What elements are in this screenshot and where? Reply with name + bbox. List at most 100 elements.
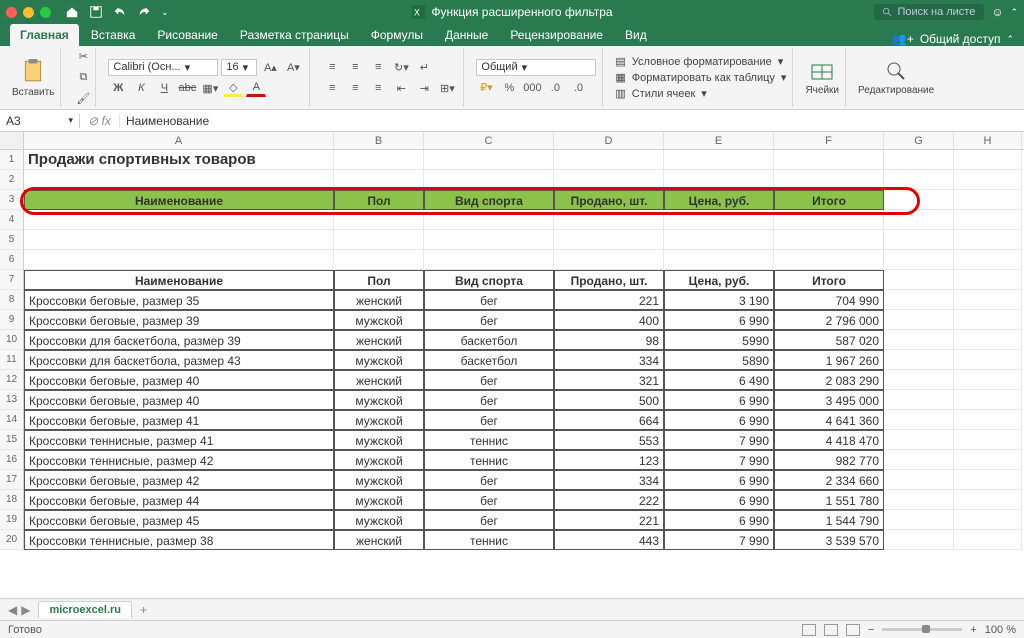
cell[interactable] [884,310,954,330]
cond-format-button[interactable]: ▤Условное форматирование ▾ [615,55,786,68]
tab-formulas[interactable]: Формулы [361,24,433,46]
font-size-select[interactable]: 16▾ [221,59,257,76]
cell[interactable]: 221 [554,510,664,530]
cell[interactable] [424,150,554,170]
cell[interactable] [954,230,1022,250]
cell[interactable]: баскетбол [424,350,554,370]
orientation-icon[interactable]: ↻▾ [391,58,411,76]
cell[interactable]: мужской [334,310,424,330]
cell[interactable] [954,490,1022,510]
cell[interactable]: Итого [774,270,884,290]
cell[interactable] [664,250,774,270]
row-header[interactable]: 18 [0,490,24,510]
cell[interactable]: Вид спорта [424,270,554,290]
cell[interactable]: Наименование [24,190,334,210]
col-H[interactable]: H [954,132,1022,149]
cell[interactable] [884,390,954,410]
undo-icon[interactable] [113,5,127,19]
cell[interactable]: женский [334,370,424,390]
cell[interactable]: Кроссовки беговые, размер 40 [24,390,334,410]
cell[interactable] [424,210,554,230]
cell[interactable] [954,390,1022,410]
cell[interactable]: 704 990 [774,290,884,310]
cell[interactable] [884,150,954,170]
cell[interactable]: Наименование [24,270,334,290]
bold-button[interactable]: Ж [108,79,128,97]
row-header[interactable]: 20 [0,530,24,550]
tab-review[interactable]: Рецензирование [500,24,613,46]
copy-icon[interactable]: ⧉ [73,69,93,87]
redo-icon[interactable] [137,5,151,19]
align-top-icon[interactable]: ≡ [322,58,342,76]
currency-icon[interactable]: ₽▾ [476,79,496,97]
fill-color-icon[interactable]: ◇ [223,79,243,97]
cell[interactable]: 7 990 [664,450,774,470]
cell[interactable] [954,210,1022,230]
cell[interactable] [554,150,664,170]
cell[interactable]: Кроссовки беговые, размер 41 [24,410,334,430]
cell[interactable] [774,150,884,170]
cell[interactable] [884,490,954,510]
cell[interactable]: мужской [334,450,424,470]
cell[interactable]: женский [334,530,424,550]
cell[interactable] [954,250,1022,270]
cell[interactable]: женский [334,290,424,310]
save-icon[interactable] [89,5,103,19]
cell[interactable]: 6 990 [664,510,774,530]
cell[interactable]: 982 770 [774,450,884,470]
cell[interactable]: 7 990 [664,530,774,550]
cell[interactable]: Вид спорта [424,190,554,210]
cell[interactable] [954,450,1022,470]
cell[interactable]: бег [424,490,554,510]
cell[interactable]: 222 [554,490,664,510]
cell[interactable]: Кроссовки теннисные, размер 38 [24,530,334,550]
cell[interactable]: 4 418 470 [774,430,884,450]
cell[interactable]: Цена, руб. [664,190,774,210]
cell[interactable]: 1 967 260 [774,350,884,370]
border-icon[interactable]: ▦▾ [200,79,220,97]
strike-button[interactable]: abc [177,79,197,97]
cell[interactable] [424,230,554,250]
cell[interactable]: 6 990 [664,470,774,490]
cell[interactable] [884,510,954,530]
row-header[interactable]: 8 [0,290,24,310]
view-normal-icon[interactable] [802,624,816,636]
cell[interactable]: 221 [554,290,664,310]
smile-icon[interactable]: ☺ [990,5,1004,19]
indent-inc-icon[interactable]: ⇥ [414,79,434,97]
row-header[interactable]: 13 [0,390,24,410]
row-header[interactable]: 9 [0,310,24,330]
cell[interactable]: бег [424,290,554,310]
cell[interactable]: 2 796 000 [774,310,884,330]
row-header[interactable]: 5 [0,230,24,250]
cell[interactable] [424,250,554,270]
row-header[interactable]: 1 [0,150,24,170]
tab-data[interactable]: Данные [435,24,498,46]
cell[interactable]: Кроссовки для баскетбола, размер 39 [24,330,334,350]
cell[interactable] [884,470,954,490]
cell[interactable]: 500 [554,390,664,410]
row-header[interactable]: 15 [0,430,24,450]
cell[interactable]: мужской [334,470,424,490]
cell[interactable]: мужской [334,490,424,510]
cells-button[interactable]: Ячейки [805,59,839,96]
cell[interactable]: 587 020 [774,330,884,350]
cell[interactable]: теннис [424,530,554,550]
cell[interactable]: 400 [554,310,664,330]
zoom-slider[interactable] [882,628,962,631]
view-break-icon[interactable] [846,624,860,636]
dec-decimal-icon[interactable]: .0 [568,79,588,97]
row-header[interactable]: 19 [0,510,24,530]
align-bottom-icon[interactable]: ≡ [368,58,388,76]
tab-insert[interactable]: Вставка [81,24,146,46]
cell[interactable]: бег [424,470,554,490]
formula-input[interactable]: Наименование [120,114,1024,128]
cell[interactable] [954,290,1022,310]
cell[interactable] [334,170,424,190]
select-all[interactable] [0,132,24,149]
cell[interactable] [334,230,424,250]
cell[interactable] [884,350,954,370]
cell[interactable] [334,250,424,270]
cell[interactable]: 6 990 [664,310,774,330]
cell[interactable]: мужской [334,350,424,370]
